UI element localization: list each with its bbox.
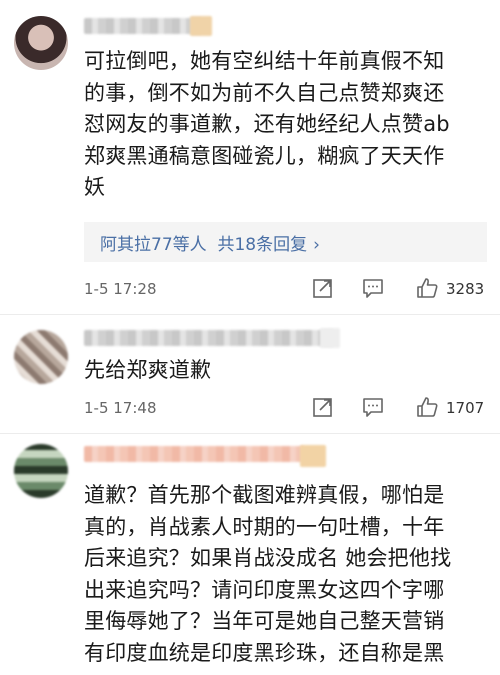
reply-summary-box[interactable]: 阿其拉77等人 共18条回复 ›	[84, 222, 487, 262]
comment-line: 后来追究？如果肖战没成名 她会把他找	[84, 546, 452, 570]
like-count: 3283	[446, 280, 485, 298]
like-count: 1707	[446, 399, 485, 417]
divider	[0, 314, 500, 315]
comment-line: 道歉？首先那个截图难辨真假，哪怕是	[84, 483, 445, 507]
comment-line: 怼网友的事道歉，还有她经纪人点赞ab	[84, 112, 450, 136]
reply-summary-label: 阿其拉77等人 共18条回复	[100, 235, 308, 255]
share-icon[interactable]	[312, 277, 334, 299]
comment-text: 先给郑爽道歉	[84, 355, 484, 387]
username-blurred[interactable]	[84, 18, 202, 34]
avatar[interactable]	[14, 330, 68, 384]
comment-line: 可拉倒吧，她有空纠结十年前真假不知	[84, 49, 445, 73]
comment-meta: 1-5 17:48 1707	[84, 396, 494, 420]
reply-summary-link[interactable]: 阿其拉77等人 共18条回复 ›	[100, 230, 320, 255]
user-badge-blurred	[320, 328, 340, 348]
avatar[interactable]	[14, 444, 68, 498]
comment-line: 里侮辱她了？当年可是她自己整天营销	[84, 609, 445, 633]
timestamp: 1-5 17:28	[84, 280, 157, 298]
avatar[interactable]	[14, 16, 68, 70]
comment-line: 出来追究吗？请问印度黑女这四个字哪	[84, 577, 445, 602]
user-badge-blurred	[300, 445, 326, 467]
comment-line: 的事，倒不如为前不久自己点赞郑爽还	[84, 80, 445, 105]
comment-meta: 1-5 17:28 3283	[84, 277, 494, 301]
comment-line: 有印度血统是印度黑珍珠，还自称是黑	[84, 640, 445, 665]
thumbs-up-icon[interactable]	[416, 277, 438, 299]
comment-icon[interactable]	[362, 396, 384, 418]
username-blurred[interactable]	[84, 330, 334, 346]
comment-text: 可拉倒吧，她有空纠结十年前真假不知 的事，倒不如为前不久自己点赞郑爽还 怼网友的…	[84, 46, 484, 204]
comment-icon[interactable]	[362, 277, 384, 299]
comment-text: 道歉？首先那个截图难辨真假，哪怕是 真的，肖战素人时期的一句吐槽，十年 后来追究…	[84, 480, 484, 669]
divider	[0, 433, 500, 434]
share-icon[interactable]	[312, 396, 334, 418]
thumbs-up-icon[interactable]	[416, 396, 438, 418]
comment-line: 郑爽黑通稿意图碰瓷儿，糊疯了天天作	[84, 143, 445, 168]
comment-line: 妖	[84, 175, 106, 199]
user-badge-blurred	[190, 16, 212, 36]
comment-line: 真的，肖战素人时期的一句吐槽，十年	[84, 514, 445, 539]
comment-line: 先给郑爽道歉	[84, 358, 212, 382]
chevron-right-icon: ›	[313, 235, 320, 255]
username-blurred[interactable]	[84, 446, 304, 462]
timestamp: 1-5 17:48	[84, 399, 157, 417]
